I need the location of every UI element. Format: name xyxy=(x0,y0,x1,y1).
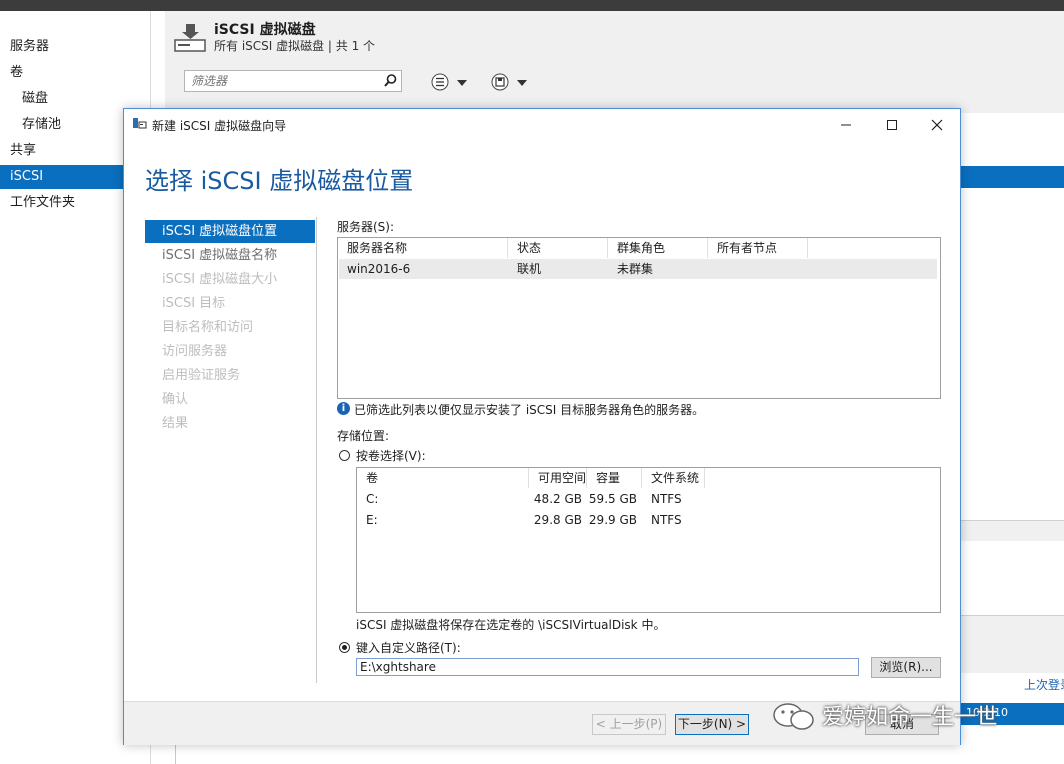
top-bar xyxy=(0,0,1064,11)
page-title: iSCSI 虚拟磁盘 xyxy=(214,22,316,38)
storage-location-label: 存储位置: xyxy=(337,429,390,443)
server-status-cell: 联机 xyxy=(517,262,542,276)
info-icon: i xyxy=(337,402,350,415)
custom-path-radio[interactable] xyxy=(339,642,350,653)
col-volume[interactable]: 卷 xyxy=(357,468,529,488)
previous-button[interactable]: < 上一步(P) xyxy=(592,714,666,735)
wizard-icon xyxy=(133,118,147,129)
custom-path-label[interactable]: 键入自定义路径(T): xyxy=(356,639,461,656)
nav-item-servers[interactable]: 服务器 xyxy=(0,35,150,59)
col-cluster-role[interactable]: 群集角色 xyxy=(608,238,708,258)
volumes-list[interactable]: 卷 可用空间 容量 文件系统 C: 48.2 GB 59.5 GB NTFS E… xyxy=(356,467,941,613)
custom-path-input[interactable] xyxy=(356,658,859,676)
step-target: iSCSI 目标 xyxy=(162,296,226,311)
step-enable-auth: 启用验证服务 xyxy=(162,368,241,383)
free-space-cell: 29.8 GB xyxy=(533,513,582,527)
server-name-cell: win2016-6 xyxy=(347,262,411,276)
step-access-servers: 访问服务器 xyxy=(162,344,228,359)
selected-row-highlight[interactable] xyxy=(960,166,1064,188)
section-divider xyxy=(960,615,1064,673)
by-volume-label[interactable]: 按卷选择(V): xyxy=(356,447,426,464)
nav-item-volumes[interactable]: 卷 xyxy=(0,61,150,85)
volume-cell[interactable]: E: xyxy=(357,510,529,530)
next-button[interactable]: 下一步(N) > xyxy=(675,714,749,735)
filter-input[interactable] xyxy=(185,71,387,91)
server-role-cell: 未群集 xyxy=(617,262,654,276)
col-status[interactable]: 状态 xyxy=(508,238,608,258)
page-subtitle: 所有 iSCSI 虚拟磁盘 | 共 1 个 xyxy=(214,39,376,53)
server-owner-cell xyxy=(708,259,808,279)
steps-divider xyxy=(316,217,317,683)
step-disk-size: iSCSI 虚拟磁盘大小 xyxy=(162,272,278,287)
info-text: 已筛选此列表以便仅显示安装了 iSCSI 目标服务器角色的服务器。 xyxy=(354,403,705,417)
wizard-heading: 选择 iSCSI 虚拟磁盘位置 xyxy=(145,167,414,195)
close-icon xyxy=(931,119,943,130)
maximize-icon xyxy=(887,119,897,130)
search-icon[interactable] xyxy=(383,73,398,88)
step-target-name-access: 目标名称和访问 xyxy=(162,320,254,335)
col-capacity[interactable]: 容量 xyxy=(587,468,642,488)
browse-button[interactable]: 浏览(R)... xyxy=(871,657,941,678)
minimize-button[interactable] xyxy=(823,109,869,139)
col-owner-node[interactable]: 所有者节点 xyxy=(708,238,808,258)
file-system-cell: NTFS xyxy=(651,492,682,506)
list-icon xyxy=(431,73,467,91)
wechat-logo-icon xyxy=(773,703,814,730)
by-volume-radio[interactable] xyxy=(339,450,350,461)
capacity-cell: 59.5 GB xyxy=(588,492,637,506)
col-server-name[interactable]: 服务器名称 xyxy=(338,238,508,258)
step-disk-location[interactable]: iSCSI 虚拟磁盘位置 xyxy=(145,220,315,243)
save-icon xyxy=(491,73,527,91)
volume-cell[interactable]: C: xyxy=(357,489,529,509)
filter-box xyxy=(184,70,402,92)
minimize-icon xyxy=(841,124,851,125)
virtual-disk-icon xyxy=(174,24,206,52)
close-button[interactable] xyxy=(914,109,960,139)
save-options-button[interactable] xyxy=(490,71,534,93)
capacity-cell: 29.9 GB xyxy=(588,513,637,527)
view-options-button[interactable] xyxy=(430,71,474,93)
wizard-dialog: 新建 iSCSI 虚拟磁盘向导 选择 iSCSI 虚拟磁盘位置 iSCSI 虚拟… xyxy=(123,108,961,745)
col-free-space[interactable]: 可用空间 xyxy=(529,468,587,488)
dialog-title: 新建 iSCSI 虚拟磁盘向导 xyxy=(152,119,287,133)
dialog-titlebar[interactable]: 新建 iSCSI 虚拟磁盘向导 xyxy=(124,109,960,139)
last-refresh-link[interactable]: 上次登录 xyxy=(1024,676,1064,693)
step-confirm: 确认 xyxy=(162,392,189,407)
step-disk-name[interactable]: iSCSI 虚拟磁盘名称 xyxy=(145,244,315,267)
step-results: 结果 xyxy=(162,416,189,431)
volume-note: iSCSI 虚拟磁盘将保存在选定卷的 \iSCSIVirtualDisk 中。 xyxy=(356,618,666,632)
section-divider xyxy=(960,520,1064,541)
watermark-text: 爱婷如命一生一世 xyxy=(822,705,999,730)
servers-list[interactable]: 服务器名称 状态 群集角色 所有者节点 win2016-6 联机 未群集 xyxy=(337,237,941,399)
file-system-cell: NTFS xyxy=(651,513,682,527)
free-space-cell: 48.2 GB xyxy=(533,492,582,506)
servers-label: 服务器(S): xyxy=(337,220,395,234)
col-file-system[interactable]: 文件系统 xyxy=(642,468,705,488)
maximize-button[interactable] xyxy=(869,109,915,139)
